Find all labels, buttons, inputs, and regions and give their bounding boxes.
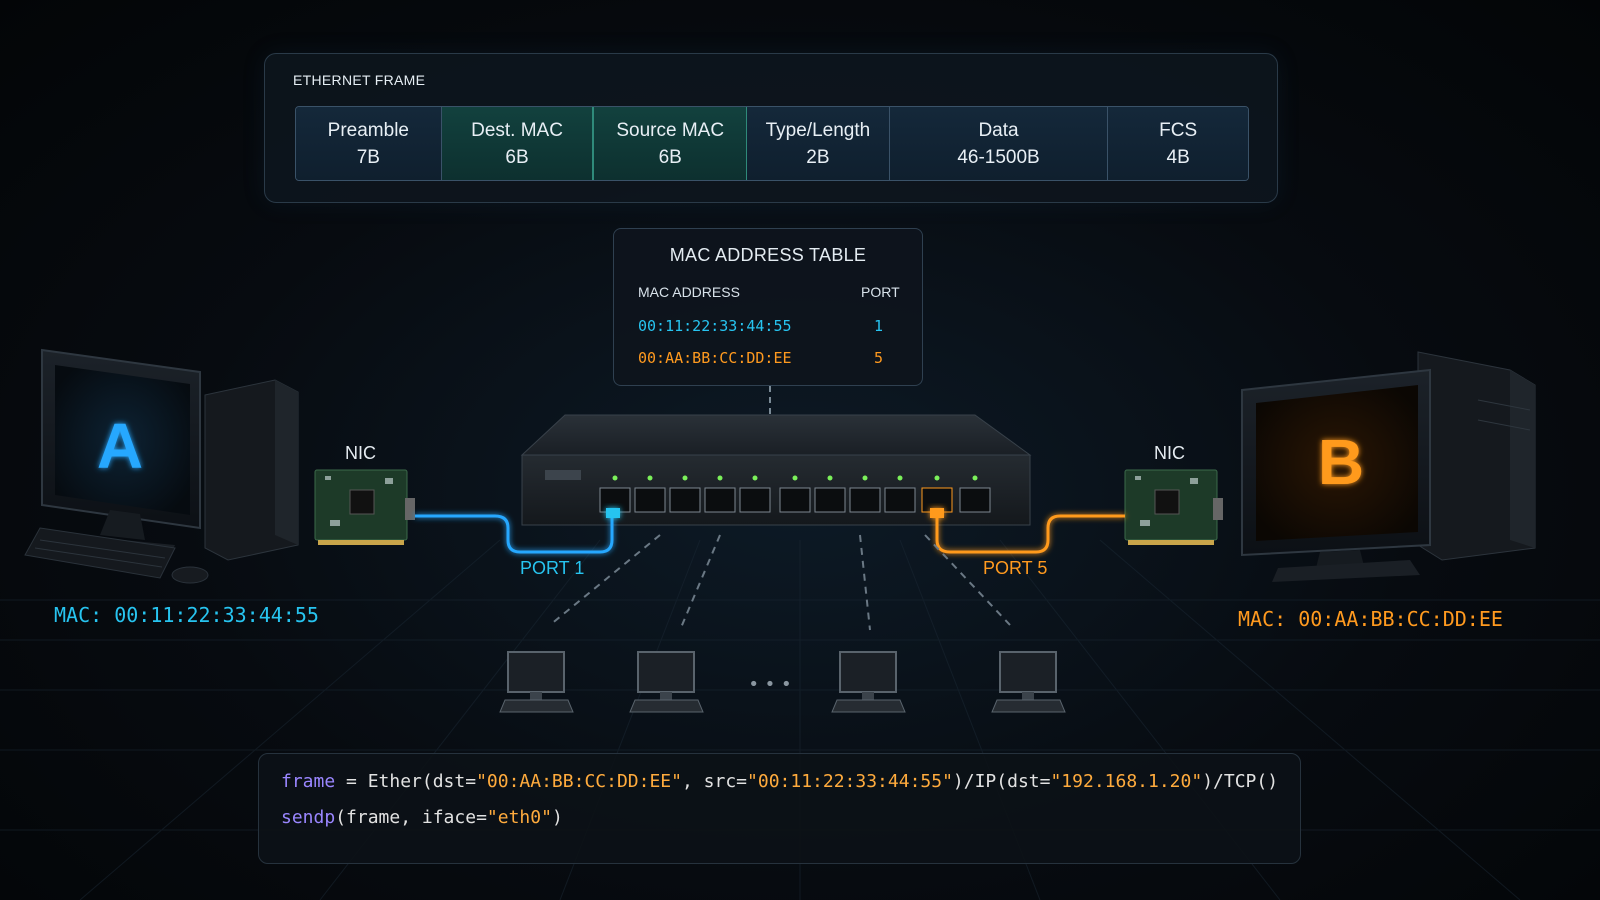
field-size: 7B <box>356 146 380 168</box>
code-string: "eth0" <box>486 807 552 828</box>
frame-fields: Preamble 7B Dest. MAC 6B Source MAC 6B T… <box>295 106 1249 181</box>
code-var: frame <box>281 771 336 792</box>
client-computer-1 <box>499 651 574 713</box>
nic-card-a <box>314 469 415 545</box>
ethernet-frame-panel: ETHERNET FRAME Preamble 7B Dest. MAC 6B … <box>264 53 1278 203</box>
field-name: Preamble <box>327 119 409 141</box>
code-function: sendp <box>281 807 336 828</box>
code-text: , src= <box>681 771 748 792</box>
field-name: Type/Length <box>765 119 871 141</box>
field-dest-mac: Dest. MAC 6B <box>441 107 594 180</box>
port-5-plug <box>930 508 944 518</box>
nic-card-b <box>1124 469 1223 545</box>
computer-b <box>1241 351 1536 582</box>
port-5-label: PORT 5 <box>983 558 1048 578</box>
host-a-letter: A <box>97 410 143 482</box>
field-size: 6B <box>658 146 682 168</box>
field-size: 46-1500B <box>957 146 1040 168</box>
code-text: )/IP(dst= <box>952 771 1051 792</box>
mac-table-row-2-port: 5 <box>874 349 884 367</box>
mac-table-row-2-mac: 00:AA:BB:CC:DD:EE <box>638 349 792 367</box>
field-name: Dest. MAC <box>471 119 563 141</box>
field-name: Data <box>978 119 1019 141</box>
code-text: ) <box>551 807 563 828</box>
field-name: FCS <box>1159 119 1198 141</box>
code-line-1: frame = Ether(dst="00:AA:BB:CC:DD:EE", s… <box>281 771 1278 792</box>
nic-a-label: NIC <box>345 443 376 463</box>
field-fcs: FCS 4B <box>1108 107 1248 180</box>
field-data: Data 46-1500B <box>889 107 1109 180</box>
field-source-mac: Source MAC 6B <box>593 107 748 180</box>
host-b-letter: B <box>1318 426 1364 498</box>
code-panel: frame = Ether(dst="00:AA:BB:CC:DD:EE", s… <box>258 753 1301 864</box>
field-preamble: Preamble 7B <box>296 107 442 180</box>
mac-table-row-1-port: 1 <box>874 317 884 335</box>
port-1-plug <box>606 508 620 518</box>
mac-address-table: MAC ADDRESS TABLE MAC ADDRESS PORT 00:11… <box>613 228 923 386</box>
host-b-mac-label: MAC: 00:AA:BB:CC:DD:EE <box>1238 607 1503 631</box>
code-text: (frame, iface= <box>335 807 487 828</box>
code-text: )/TCP() <box>1202 771 1279 792</box>
code-line-2: sendp(frame, iface="eth0") <box>281 807 563 828</box>
nic-b-label: NIC <box>1154 443 1185 463</box>
client-computer-2 <box>629 651 704 713</box>
mac-table-row-1-mac: 00:11:22:33:44:55 <box>638 317 792 335</box>
mac-column-header: MAC ADDRESS <box>638 284 740 300</box>
client-computer-4 <box>991 651 1066 713</box>
field-type-length: Type/Length 2B <box>747 107 890 180</box>
ethernet-frame-title: ETHERNET FRAME <box>293 72 426 88</box>
code-string: "00:AA:BB:CC:DD:EE" <box>476 771 682 792</box>
code-string: "00:11:22:33:44:55" <box>747 771 953 792</box>
field-size: 4B <box>1166 146 1190 168</box>
network-switch <box>520 414 1032 526</box>
port-column-header: PORT <box>861 284 900 300</box>
mac-table-title: MAC ADDRESS TABLE <box>669 245 867 265</box>
field-name: Source MAC <box>616 119 725 141</box>
code-text: = Ether(dst= <box>335 771 477 792</box>
field-size: 2B <box>806 146 830 168</box>
port-1-label: PORT 1 <box>520 558 585 578</box>
more-clients-ellipsis: • • • <box>748 674 791 695</box>
host-a-mac-label: MAC: 00:11:22:33:44:55 <box>54 603 319 627</box>
field-size: 6B <box>505 146 529 168</box>
client-computer-3 <box>831 651 906 713</box>
code-string: "192.168.1.20" <box>1050 771 1203 792</box>
computer-a <box>24 348 299 584</box>
